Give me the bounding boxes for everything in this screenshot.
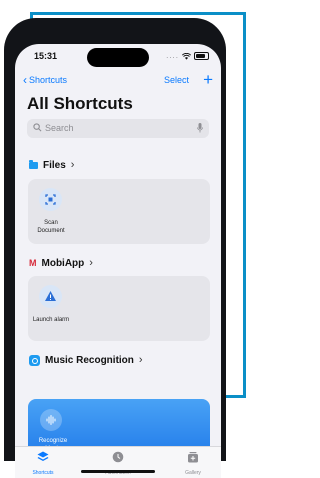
dynamic-island — [87, 48, 149, 67]
battery-icon — [194, 52, 209, 60]
section-title: Music Recognition — [45, 354, 134, 366]
app-screen: 15:31 .... ‹ Shortcuts Select + All Shor… — [15, 44, 221, 478]
tab-label: Gallery — [185, 470, 201, 476]
status-time: 15:31 — [34, 51, 58, 61]
shazam-icon — [29, 354, 40, 366]
scan-document-icon — [39, 188, 62, 211]
files-shortcuts-card: Scan Document — [28, 179, 210, 244]
shortcuts-layers-icon — [37, 451, 49, 461]
tab-bar: Shortcuts Automation Gallery — [15, 446, 221, 478]
page-title: All Shortcuts — [27, 94, 133, 113]
chevron-right-icon: › — [89, 257, 93, 269]
tile-label: Launch alarm — [32, 317, 70, 323]
back-button[interactable]: ‹ Shortcuts — [23, 73, 68, 87]
section-header-mobiapp[interactable]: M MobiApp › — [29, 257, 93, 269]
home-indicator — [81, 470, 155, 473]
microphone-icon[interactable] — [197, 123, 203, 133]
search-icon — [33, 123, 42, 132]
wifi-icon — [182, 52, 191, 60]
back-label: Shortcuts — [29, 75, 68, 85]
search-input[interactable]: Search — [27, 119, 209, 138]
chevron-right-icon: › — [138, 354, 143, 366]
chevron-left-icon: ‹ — [23, 73, 27, 87]
folder-icon — [29, 159, 38, 169]
gallery-icon — [188, 452, 198, 463]
automation-clock-icon — [112, 451, 124, 463]
select-button[interactable]: Select — [164, 75, 189, 85]
signal-dots-icon: .... — [166, 51, 179, 60]
mobiapp-logo-icon: M — [29, 258, 37, 268]
chevron-right-icon: › — [70, 159, 75, 171]
section-header-music-recognition[interactable]: Music Recognition › — [29, 354, 143, 366]
add-icon[interactable]: + — [203, 70, 213, 90]
tab-gallery[interactable]: Gallery — [168, 450, 218, 476]
tile-label: Scan Document — [37, 220, 65, 234]
phone-frame: 15:31 .... ‹ Shortcuts Select + All Shor… — [4, 18, 226, 478]
status-icons: .... — [166, 52, 209, 60]
status-bar: 15:31 .... — [15, 44, 221, 67]
waveform-icon — [40, 409, 62, 431]
tab-shortcuts[interactable]: Shortcuts — [18, 450, 68, 476]
tab-label: Shortcuts — [32, 470, 54, 476]
mobiapp-shortcuts-card: Launch alarm — [28, 276, 210, 341]
section-title: Files — [43, 159, 66, 171]
section-title: MobiApp — [41, 257, 85, 269]
navigation-bar: ‹ Shortcuts Select + — [23, 70, 213, 89]
section-header-files[interactable]: Files › — [29, 159, 74, 171]
warning-icon — [39, 285, 62, 308]
search-placeholder: Search — [45, 123, 74, 133]
